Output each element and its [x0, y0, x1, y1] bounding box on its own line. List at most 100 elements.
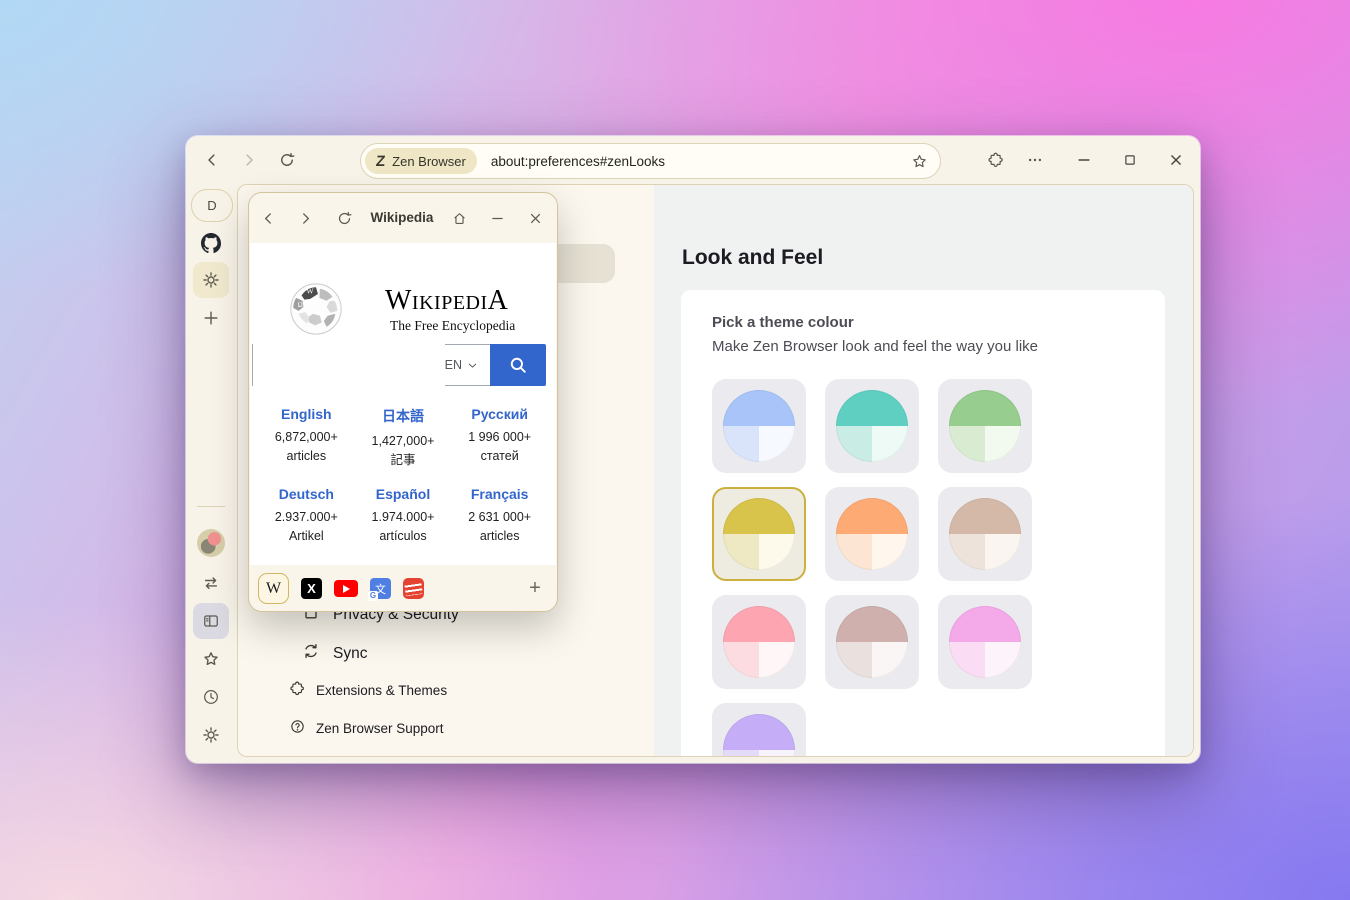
language-link[interactable]: 日本語: [355, 406, 452, 426]
chevron-down-icon: [467, 360, 478, 371]
language-link[interactable]: Français: [451, 486, 548, 502]
active-tab-settings[interactable]: [193, 262, 229, 298]
url-bar[interactable]: Z Zen Browser about:preferences#zenLooks: [360, 143, 941, 179]
glance-forward-button[interactable]: [292, 205, 318, 231]
theme-circle: [949, 606, 1021, 678]
svg-text:Ω: Ω: [298, 302, 303, 309]
wikipedia-search-button[interactable]: [490, 344, 546, 386]
glance-reload-button[interactable]: [331, 205, 357, 231]
chevron-left-icon: [203, 151, 221, 169]
theme-circle: [836, 498, 908, 570]
language-link[interactable]: Español: [355, 486, 452, 502]
theme-colour-teal[interactable]: [825, 379, 919, 473]
glance-title: Wikipedia: [367, 210, 437, 225]
article-count: 1 996 000+: [451, 429, 548, 446]
theme-circle: [723, 498, 795, 570]
workspace-letter: D: [207, 198, 216, 213]
theme-circle: [836, 390, 908, 462]
wikipedia-language-Deutsch[interactable]: Deutsch2.937.000+Artikel: [258, 486, 355, 545]
language-selector[interactable]: EN: [445, 358, 490, 372]
glance-home-button[interactable]: [446, 205, 472, 231]
star-icon: [201, 649, 221, 669]
wikipedia-shortcut[interactable]: W: [258, 573, 289, 604]
profile-avatar[interactable]: [197, 529, 225, 557]
wikipedia-language-English[interactable]: English6,872,000+articles: [258, 406, 355, 469]
new-tab-button[interactable]: [193, 300, 229, 336]
theme-card-title: Pick a theme colour: [712, 314, 1134, 331]
wikipedia-language-日本語[interactable]: 日本語1,427,000+記事: [355, 406, 452, 469]
history-button[interactable]: [193, 679, 229, 715]
language-link[interactable]: Deutsch: [258, 486, 355, 502]
theme-colour-green[interactable]: [938, 379, 1032, 473]
browser-window: Z Zen Browser about:preferences#zenLooks…: [186, 136, 1200, 763]
x-shortcut[interactable]: X: [301, 578, 322, 599]
pinned-tab-github[interactable]: [193, 225, 229, 261]
todoist-shortcut[interactable]: [403, 578, 424, 599]
forward-button[interactable]: [235, 146, 263, 174]
article-count: 6,872,000+: [258, 429, 355, 446]
bookmarks-button[interactable]: [193, 641, 229, 677]
workspace-switch-button[interactable]: [193, 565, 229, 601]
theme-colour-yellow[interactable]: [712, 487, 806, 581]
theme-colour-tan[interactable]: [938, 487, 1032, 581]
wikipedia-search: EN: [252, 344, 546, 386]
wikipedia-language-Русский[interactable]: Русский 1 996 000+ статей: [451, 406, 548, 469]
settings-button[interactable]: [193, 717, 229, 753]
theme-colour-pink[interactable]: [712, 595, 806, 689]
theme-colour-blue[interactable]: [712, 379, 806, 473]
swap-arrows-icon: [201, 573, 221, 593]
wikipedia-language-Français[interactable]: Français2 631 000+articles: [451, 486, 548, 545]
reload-icon: [336, 210, 353, 227]
theme-colour-orange[interactable]: [825, 487, 919, 581]
theme-circle: [949, 390, 1021, 462]
site-identity-badge[interactable]: Z Zen Browser: [365, 148, 477, 174]
article-label: статей: [451, 448, 548, 465]
settings-nav-item-zen-browser-support[interactable]: Zen Browser Support: [289, 718, 444, 738]
url-text: about:preferences#zenLooks: [491, 154, 665, 169]
maximize-button[interactable]: [1116, 146, 1144, 174]
reload-button[interactable]: [273, 146, 301, 174]
add-shortcut-button[interactable]: +: [522, 576, 548, 602]
wikipedia-language-grid: English 6,872,000+ articles 日本語1,427,000+記事…: [250, 406, 556, 545]
theme-colour-magenta[interactable]: [938, 595, 1032, 689]
close-button[interactable]: [1162, 146, 1190, 174]
theme-colour-grid: [712, 379, 1134, 757]
wikipedia-tagline: The Free Encyclopedia: [390, 318, 515, 334]
puzzle-icon: [987, 151, 1005, 169]
wikipedia-language-Español[interactable]: Español1.974.000+artículos: [355, 486, 452, 545]
theme-colour-mauve[interactable]: [825, 595, 919, 689]
gear-icon: [201, 270, 221, 290]
settings-nav-item-extensions-themes[interactable]: Extensions & Themes: [289, 680, 447, 700]
theme-colour-purple[interactable]: [712, 703, 806, 757]
language-link[interactable]: Русский: [451, 406, 548, 422]
minimize-button[interactable]: [1070, 146, 1098, 174]
reload-icon: [278, 151, 296, 169]
app-menu-button[interactable]: [1021, 146, 1049, 174]
youtube-shortcut[interactable]: [334, 580, 358, 597]
article-label: 記事: [355, 452, 452, 469]
zen-logo-icon: Z: [375, 153, 386, 170]
glance-titlebar[interactable]: Wikipedia: [249, 193, 557, 243]
github-icon: [199, 231, 223, 255]
svg-text:W: W: [306, 287, 314, 296]
glance-close-button[interactable]: [522, 205, 548, 231]
theme-circle: [836, 606, 908, 678]
workspace-indicator[interactable]: D: [191, 189, 233, 222]
theme-circle: [723, 606, 795, 678]
bookmark-star-button[interactable]: [910, 152, 930, 172]
glance-minimize-button[interactable]: [484, 205, 510, 231]
back-button[interactable]: [198, 146, 226, 174]
star-icon: [910, 152, 929, 171]
sync-icon: [301, 641, 321, 666]
extensions-button[interactable]: [982, 146, 1010, 174]
glance-back-button[interactable]: [255, 205, 281, 231]
article-label: articles: [451, 528, 548, 545]
translate-shortcut[interactable]: 文 G: [370, 578, 391, 599]
language-link[interactable]: English: [258, 406, 355, 422]
wikipedia-page: W Ω WikipediA The Free Encyclopedia EN: [250, 243, 556, 565]
translate-badge: G: [368, 591, 378, 601]
wikipedia-search-input[interactable]: [253, 344, 445, 386]
settings-nav-item-sync[interactable]: Sync: [301, 641, 367, 666]
sidebar-panel-button[interactable]: [193, 603, 229, 639]
theme-circle: [723, 390, 795, 462]
